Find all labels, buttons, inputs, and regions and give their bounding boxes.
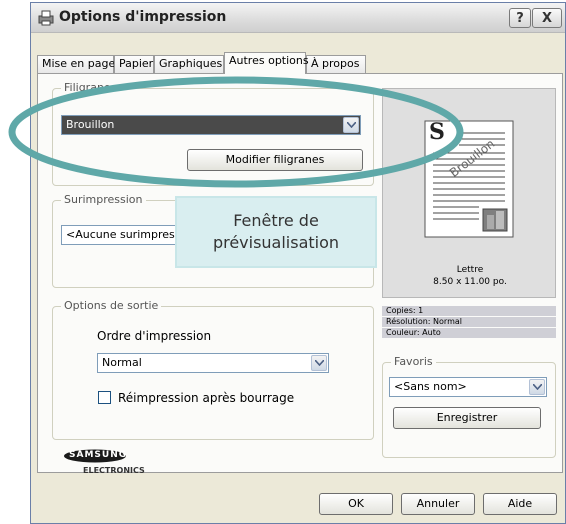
tab-other-options[interactable]: Autres options [224,52,309,74]
highlight-ellipse [8,76,464,188]
